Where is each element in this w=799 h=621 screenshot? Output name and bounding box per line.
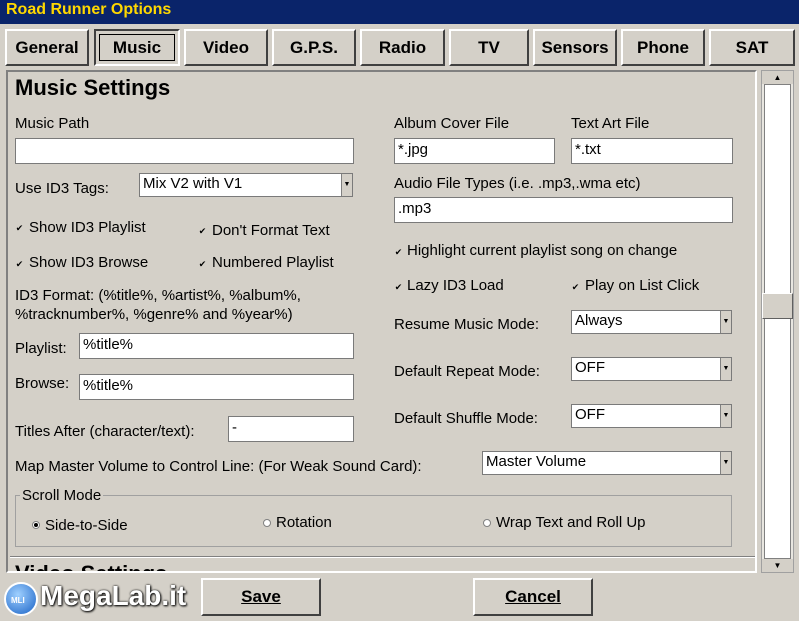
scrollbar-track[interactable] bbox=[764, 84, 791, 559]
shuffle-mode-label: Default Shuffle Mode: bbox=[394, 410, 538, 427]
dont-format-text-checkbox[interactable]: ✔ bbox=[198, 227, 207, 236]
settings-panel: Music Settings Music Path Use ID3 Tags: … bbox=[6, 70, 757, 573]
scroll-side-to-side-radio[interactable] bbox=[32, 521, 40, 529]
text-art-input[interactable]: *.txt bbox=[571, 138, 733, 164]
shuffle-mode-value: OFF bbox=[575, 406, 605, 423]
lazy-id3-checkbox[interactable]: ✔ bbox=[394, 283, 403, 292]
chevron-down-icon: ▼ bbox=[720, 405, 731, 427]
text-art-label: Text Art File bbox=[571, 115, 650, 132]
scroll-wrap-radio[interactable] bbox=[483, 519, 491, 527]
play-on-click-checkbox[interactable]: ✔ bbox=[571, 283, 580, 292]
save-button-label: Save bbox=[241, 587, 281, 606]
chevron-down-icon: ▼ bbox=[720, 358, 731, 380]
music-path-input[interactable] bbox=[15, 138, 354, 164]
titles-after-input[interactable]: - bbox=[228, 416, 354, 442]
scroll-mode-label: Scroll Mode bbox=[20, 487, 104, 504]
use-id3-select[interactable]: Mix V2 with V1 ▼ bbox=[139, 173, 353, 197]
window-title: Road Runner Options bbox=[6, 1, 172, 18]
tab-video[interactable]: Video bbox=[184, 29, 268, 66]
megalab-logo-icon: MLI bbox=[4, 582, 38, 616]
show-id3-playlist-checkbox[interactable]: ✔ bbox=[15, 224, 24, 233]
section-divider bbox=[10, 556, 755, 558]
audio-types-label: Audio File Types (i.e. .mp3,.wma etc) bbox=[394, 175, 641, 192]
scroll-rotation-label: Rotation bbox=[276, 514, 332, 531]
tab-general[interactable]: General bbox=[5, 29, 89, 66]
scrollbar-thumb[interactable] bbox=[762, 293, 793, 319]
tab-tv[interactable]: TV bbox=[449, 29, 529, 66]
dont-format-text-label: Don't Format Text bbox=[212, 222, 330, 239]
cancel-button-label: Cancel bbox=[505, 587, 561, 606]
playlist-label: Playlist: bbox=[15, 340, 67, 357]
shuffle-mode-select[interactable]: OFF ▼ bbox=[571, 404, 732, 428]
map-master-value: Master Volume bbox=[486, 453, 587, 470]
use-id3-value: Mix V2 with V1 bbox=[143, 175, 243, 192]
scroll-wrap-label: Wrap Text and Roll Up bbox=[496, 514, 646, 531]
show-id3-playlist-label: Show ID3 Playlist bbox=[29, 219, 146, 236]
browse-label: Browse: bbox=[15, 375, 70, 392]
id3-format-line2: %tracknumber%, %genre% and %year%) bbox=[15, 306, 293, 323]
album-cover-input[interactable]: *.jpg bbox=[394, 138, 555, 164]
music-settings-title: Music Settings bbox=[15, 75, 171, 100]
resume-mode-select[interactable]: Always ▼ bbox=[571, 310, 732, 334]
tab-radio[interactable]: Radio bbox=[360, 29, 445, 66]
scroll-up-arrow-icon[interactable]: ▲ bbox=[762, 71, 793, 84]
tab-music[interactable]: Music bbox=[94, 29, 180, 66]
play-on-click-label: Play on List Click bbox=[585, 277, 700, 294]
album-cover-label: Album Cover File bbox=[394, 115, 510, 132]
tab-sensors[interactable]: Sensors bbox=[533, 29, 617, 66]
save-button[interactable]: Save bbox=[201, 578, 321, 616]
tab-gps[interactable]: G.P.S. bbox=[272, 29, 356, 66]
map-master-select[interactable]: Master Volume ▼ bbox=[482, 451, 732, 475]
map-master-label: Map Master Volume to Control Line: (For … bbox=[15, 458, 422, 475]
music-path-label: Music Path bbox=[15, 115, 90, 132]
chevron-down-icon: ▼ bbox=[341, 174, 352, 196]
scroll-rotation-radio[interactable] bbox=[263, 519, 271, 527]
use-id3-label: Use ID3 Tags: bbox=[15, 180, 109, 197]
vertical-scrollbar[interactable]: ▲ ▼ bbox=[761, 70, 794, 573]
cancel-button[interactable]: Cancel bbox=[473, 578, 593, 616]
show-id3-browse-label: Show ID3 Browse bbox=[29, 254, 149, 271]
repeat-mode-select[interactable]: OFF ▼ bbox=[571, 357, 732, 381]
titles-after-label: Titles After (character/text): bbox=[15, 423, 195, 440]
watermark-text: MegaLab.it bbox=[40, 580, 187, 611]
scroll-down-arrow-icon[interactable]: ▼ bbox=[762, 559, 793, 572]
repeat-mode-value: OFF bbox=[575, 359, 605, 376]
chevron-down-icon: ▼ bbox=[720, 311, 731, 333]
lazy-id3-label: Lazy ID3 Load bbox=[407, 277, 504, 294]
id3-format-line1: ID3 Format: (%title%, %artist%, %album%, bbox=[15, 287, 301, 304]
numbered-playlist-label: Numbered Playlist bbox=[212, 254, 334, 271]
logo-badge-text: MLI bbox=[11, 596, 25, 605]
highlight-current-label: Highlight current playlist song on chang… bbox=[407, 242, 678, 259]
audio-types-input[interactable]: .mp3 bbox=[394, 197, 733, 223]
resume-mode-value: Always bbox=[575, 312, 623, 329]
video-settings-title: Video Settings bbox=[15, 561, 167, 571]
repeat-mode-label: Default Repeat Mode: bbox=[394, 363, 540, 380]
numbered-playlist-checkbox[interactable]: ✔ bbox=[198, 260, 207, 269]
playlist-format-input[interactable]: %title% bbox=[79, 333, 354, 359]
megalab-watermark: MLI MegaLab.it bbox=[4, 578, 194, 618]
chevron-down-icon: ▼ bbox=[720, 452, 731, 474]
window-titlebar: Road Runner Options bbox=[0, 0, 799, 24]
scroll-side-to-side-label: Side-to-Side bbox=[45, 517, 128, 534]
tab-bar: General Music Video G.P.S. Radio TV Sens… bbox=[0, 24, 799, 70]
show-id3-browse-checkbox[interactable]: ✔ bbox=[15, 260, 24, 269]
resume-mode-label: Resume Music Mode: bbox=[394, 316, 540, 333]
tab-sat[interactable]: SAT bbox=[709, 29, 795, 66]
tab-phone[interactable]: Phone bbox=[621, 29, 705, 66]
browse-format-input[interactable]: %title% bbox=[79, 374, 354, 400]
highlight-current-checkbox[interactable]: ✔ bbox=[394, 248, 403, 257]
